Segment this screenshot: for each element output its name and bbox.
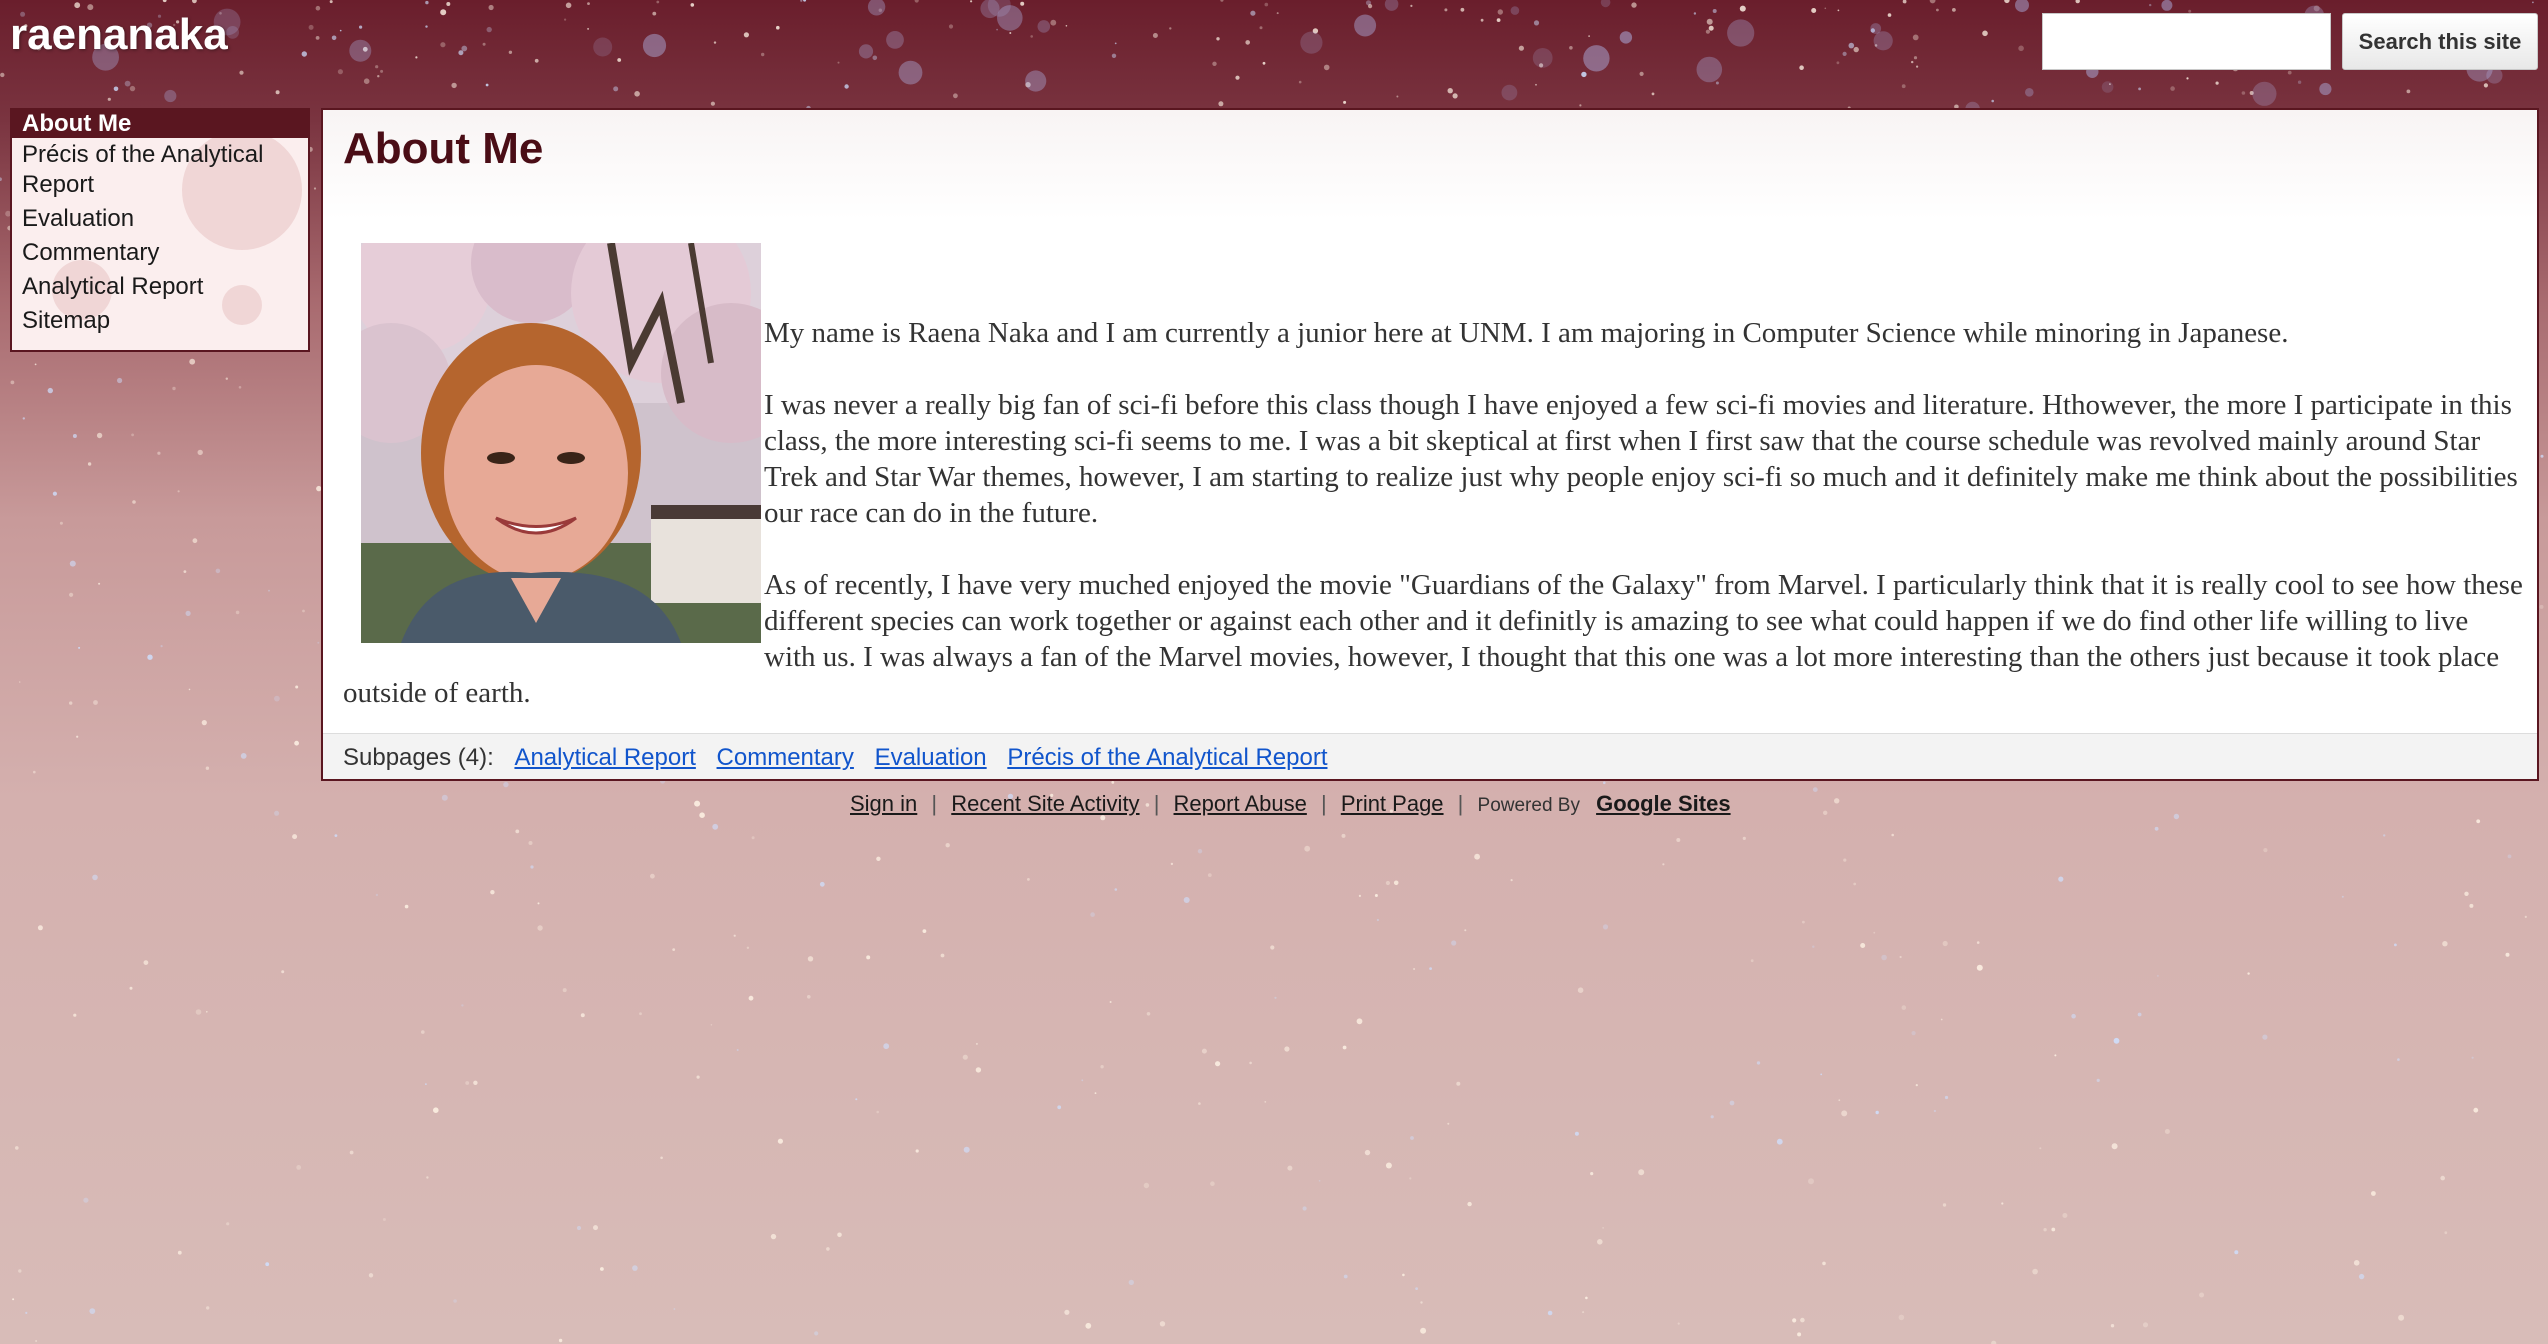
subpage-link-precis[interactable]: Précis of the Analytical Report xyxy=(1007,744,1327,771)
print-page-link[interactable]: Print Page xyxy=(1341,791,1444,816)
page-body: My name is Raena Naka and I am currently… xyxy=(343,243,2523,747)
footer-separator: | xyxy=(1320,791,1327,816)
sidebar-item-commentary[interactable]: Commentary xyxy=(12,236,308,270)
sidebar-item-about-me[interactable]: About Me xyxy=(12,110,308,138)
sidebar-item-analytical-report[interactable]: Analytical Report xyxy=(12,270,308,304)
recent-activity-link[interactable]: Recent Site Activity xyxy=(951,791,1139,816)
page-title: About Me xyxy=(343,124,544,173)
footer-separator: | xyxy=(931,791,938,816)
main-content: About Me My name is Raena Naka and I am … xyxy=(321,108,2539,781)
sidebar-nav: About Me Précis of the Analytical Report… xyxy=(10,108,310,352)
footer-separator: | xyxy=(1153,791,1160,816)
search-button[interactable]: Search this site xyxy=(2342,13,2538,70)
footer-separator: | xyxy=(1457,791,1464,816)
sidebar-item-evaluation[interactable]: Evaluation xyxy=(12,202,308,236)
subpages-label: Subpages (4): xyxy=(343,744,494,771)
site-title[interactable]: raenanaka xyxy=(10,10,228,60)
subpages-bar: Subpages (4): Analytical Report Commenta… xyxy=(323,733,2537,779)
subpage-link-analytical-report[interactable]: Analytical Report xyxy=(514,744,695,771)
report-abuse-link[interactable]: Report Abuse xyxy=(1174,791,1307,816)
title-band xyxy=(323,110,2537,220)
subpage-link-commentary[interactable]: Commentary xyxy=(717,744,854,771)
google-sites-link[interactable]: Google Sites xyxy=(1596,791,1730,816)
site-footer: Sign in | Recent Site Activity | Report … xyxy=(850,791,1731,817)
sign-in-link[interactable]: Sign in xyxy=(850,791,917,816)
search-input[interactable] xyxy=(2042,13,2331,70)
sidebar-item-precis[interactable]: Précis of the Analytical Report xyxy=(12,138,308,202)
sidebar-item-sitemap[interactable]: Sitemap xyxy=(12,304,308,338)
subpage-link-evaluation[interactable]: Evaluation xyxy=(875,744,987,771)
powered-by-label: Powered By xyxy=(1477,795,1580,816)
